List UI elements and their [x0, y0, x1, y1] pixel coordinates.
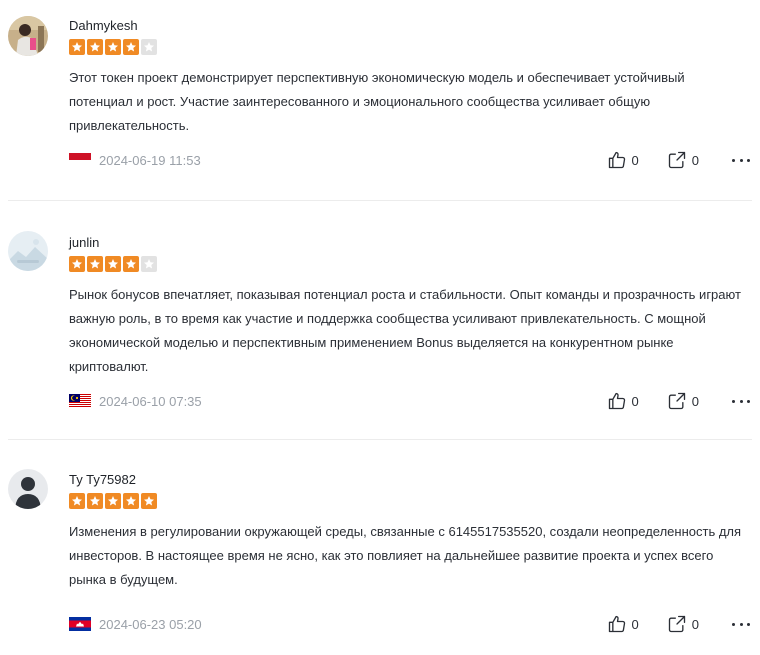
like-button[interactable]: 0	[607, 391, 639, 411]
review-meta: 2024-06-10 07:35 0 0	[69, 391, 752, 411]
username[interactable]: junlin	[69, 235, 99, 251]
review-meta: 2024-06-19 11:53 0 0	[69, 150, 752, 170]
malaysia-flag-icon	[69, 394, 91, 408]
more-options-icon[interactable]	[732, 158, 750, 162]
share-icon	[668, 151, 685, 169]
more-options-icon[interactable]	[732, 399, 750, 403]
review-text: Рынок бонусов впечатляет, показывая поте…	[69, 287, 741, 374]
star-filled-icon	[69, 256, 85, 272]
review-meta: 2024-06-23 05:20 0 0	[69, 614, 752, 634]
star-filled-icon	[87, 39, 103, 55]
username[interactable]: Dahmykesh	[69, 18, 138, 34]
review-item: Dahmykesh Этот токен проект демонстрируе…	[8, 0, 752, 201]
reviews-list: Dahmykesh Этот токен проект демонстрируе…	[8, 0, 752, 655]
thumbs-up-icon	[608, 615, 625, 633]
like-count: 0	[631, 393, 639, 409]
share-icon	[668, 392, 685, 410]
star-filled-icon	[123, 39, 139, 55]
indonesia-flag-icon	[69, 153, 91, 167]
star-empty-icon	[141, 256, 157, 272]
landscape-avatar[interactable]	[8, 231, 48, 271]
default-user-avatar[interactable]	[8, 469, 48, 509]
review-actions: 0 0	[607, 150, 752, 170]
review-date: 2024-06-10 07:35	[99, 393, 202, 409]
share-count: 0	[691, 616, 699, 632]
share-count: 0	[691, 152, 699, 168]
thumbs-up-icon	[608, 151, 625, 169]
star-filled-icon	[141, 493, 157, 509]
more-options-icon[interactable]	[732, 622, 750, 626]
star-filled-icon	[87, 256, 103, 272]
review-date: 2024-06-23 05:20	[99, 616, 202, 632]
star-rating	[69, 493, 157, 509]
like-count: 0	[631, 152, 639, 168]
review-item: Ty Ty75982 Изменения в регулировании окр…	[8, 440, 752, 655]
share-button[interactable]: 0	[667, 614, 699, 634]
cambodia-flag-icon	[69, 617, 91, 631]
star-filled-icon	[105, 39, 121, 55]
share-icon	[668, 615, 685, 633]
like-button[interactable]: 0	[607, 614, 639, 634]
review-date: 2024-06-19 11:53	[99, 152, 201, 168]
star-rating	[69, 39, 157, 55]
star-filled-icon	[87, 493, 103, 509]
review-actions: 0 0	[607, 391, 752, 411]
like-count: 0	[631, 616, 639, 632]
star-filled-icon	[105, 493, 121, 509]
share-button[interactable]: 0	[667, 150, 699, 170]
star-filled-icon	[123, 493, 139, 509]
star-filled-icon	[123, 256, 139, 272]
star-filled-icon	[69, 39, 85, 55]
username[interactable]: Ty Ty75982	[69, 472, 136, 488]
star-rating	[69, 256, 157, 272]
review-text: Изменения в регулировании окружающей сре…	[69, 524, 742, 587]
review-text: Этот токен проект демонстрирует перспект…	[69, 70, 685, 133]
share-count: 0	[691, 393, 699, 409]
star-filled-icon	[69, 493, 85, 509]
user-photo-avatar[interactable]	[8, 16, 48, 56]
star-empty-icon	[141, 39, 157, 55]
like-button[interactable]: 0	[607, 150, 639, 170]
review-item: junlin Рынок бонусов впечатляет, показыв…	[8, 201, 752, 440]
review-actions: 0 0	[607, 614, 752, 634]
share-button[interactable]: 0	[667, 391, 699, 411]
star-filled-icon	[105, 256, 121, 272]
thumbs-up-icon	[608, 392, 625, 410]
